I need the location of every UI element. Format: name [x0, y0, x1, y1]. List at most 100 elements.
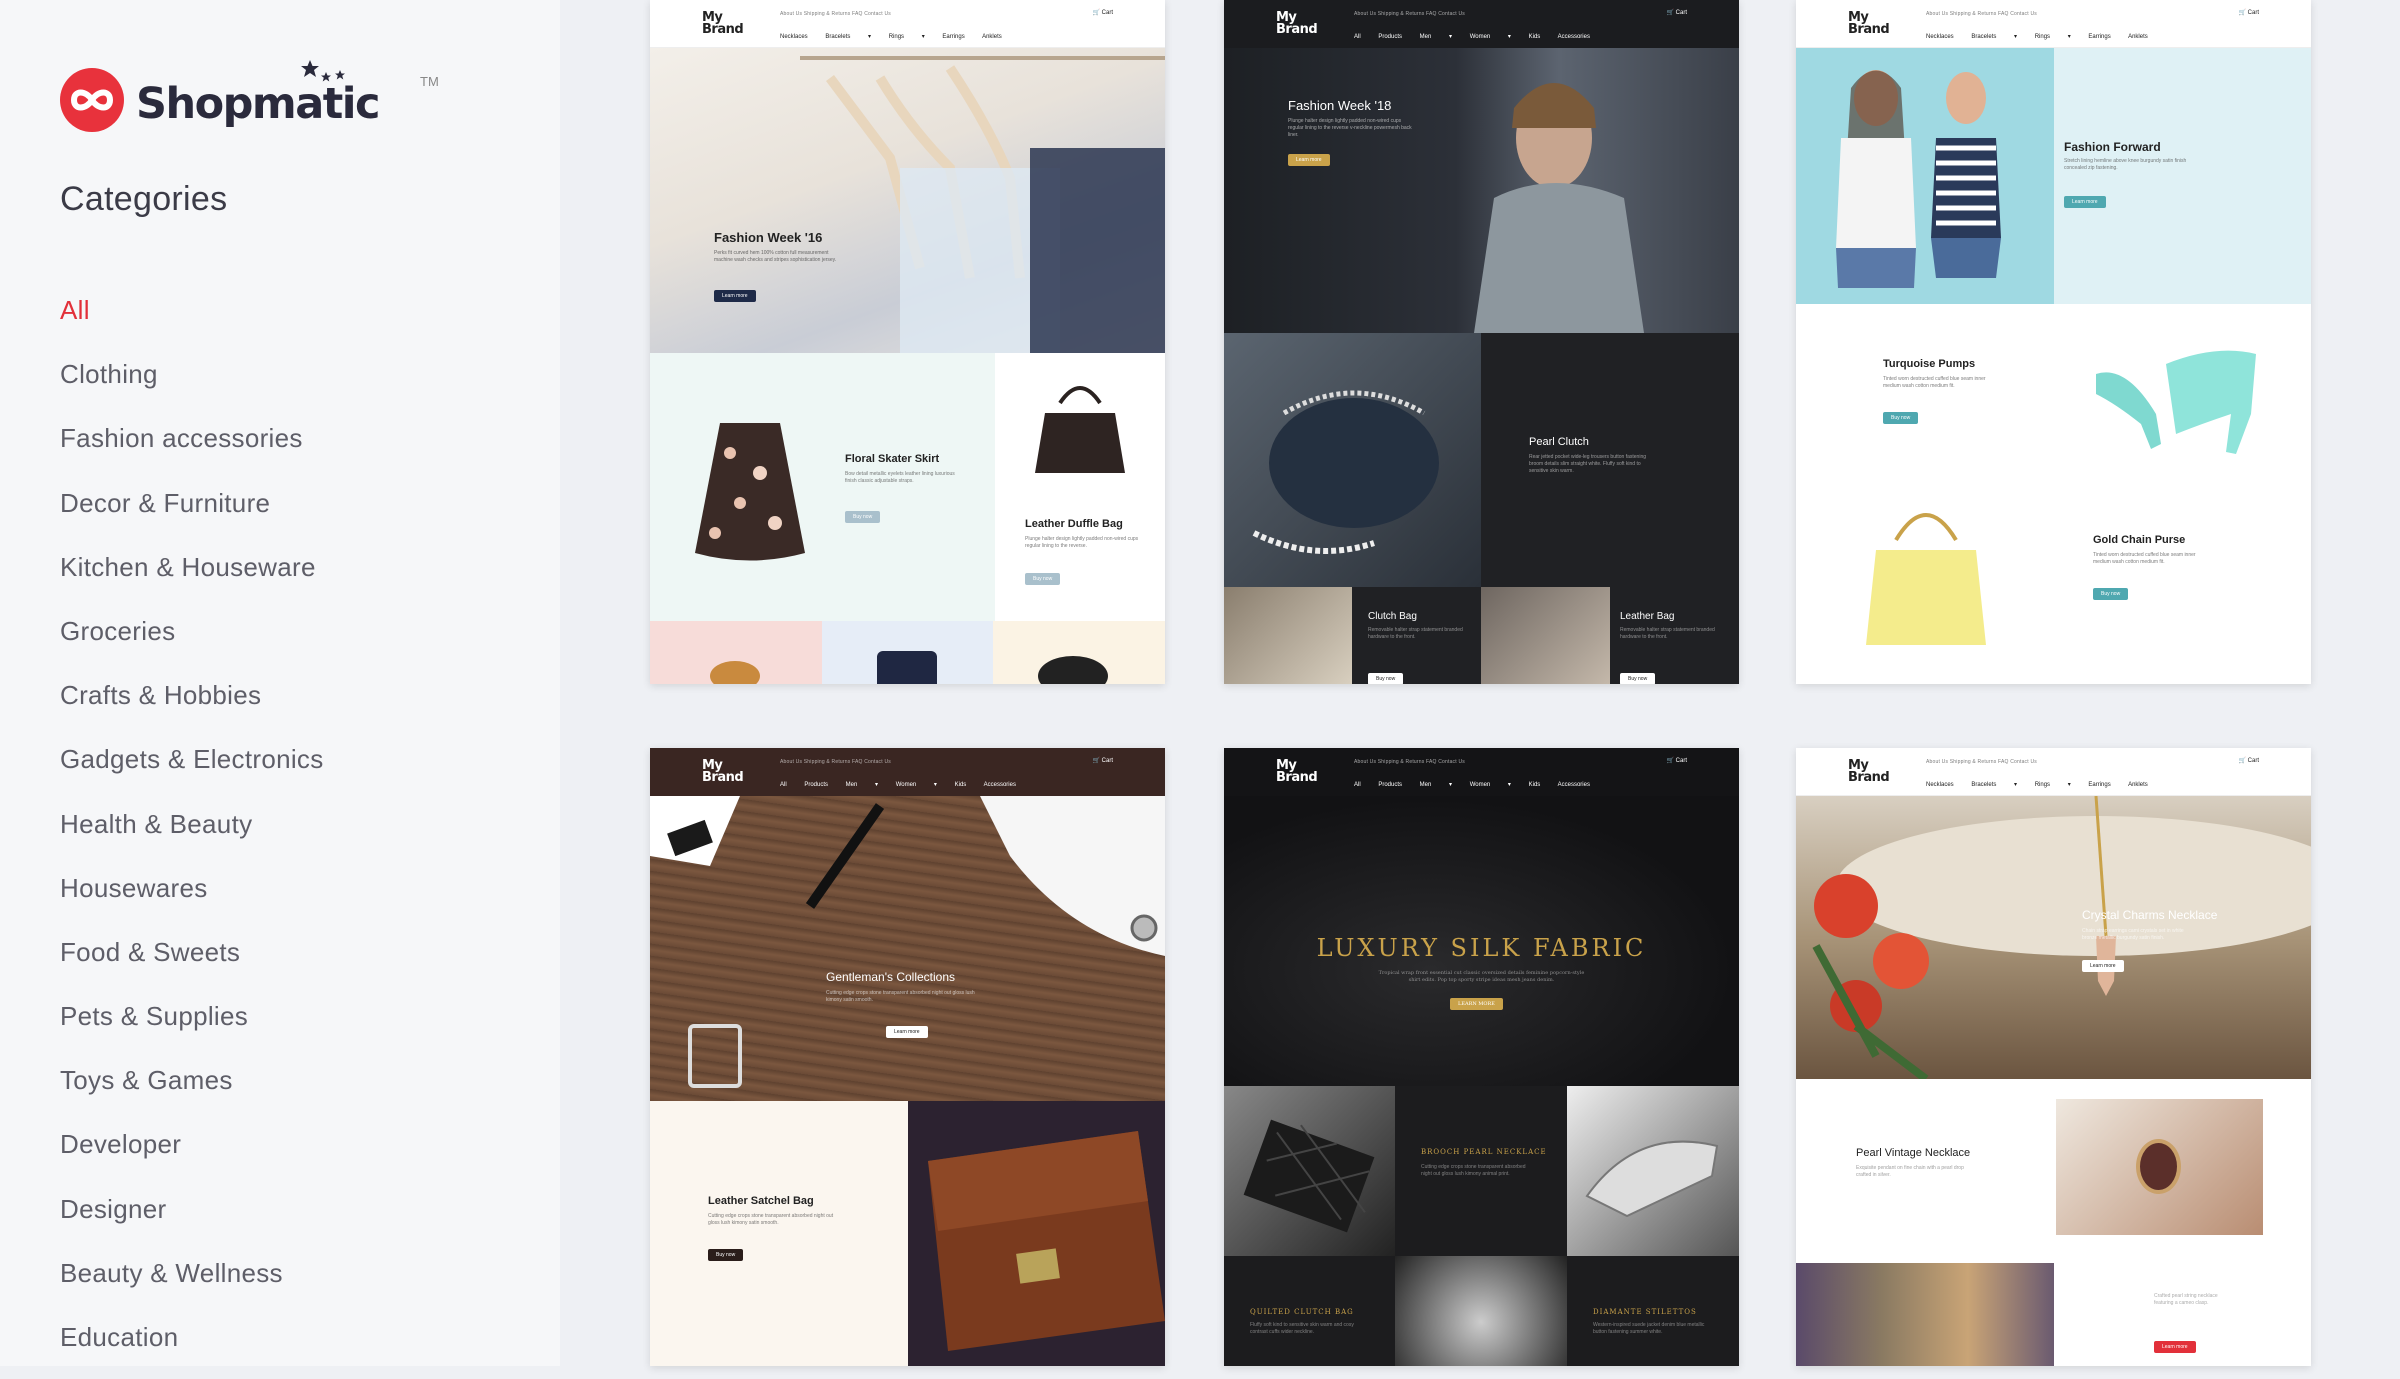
product-title: QUILTED CLUTCH BAG [1250, 1308, 1354, 1316]
pumps-image [2096, 350, 2256, 454]
card-links: About Us Shipping & Returns FAQ Contact … [1354, 759, 1465, 765]
card-links: About Us Shipping & Returns FAQ Contact … [1926, 759, 2037, 765]
hero-title: Fashion Week '18 [1288, 98, 1392, 113]
card-links: About Us Shipping & Returns FAQ Contact … [780, 11, 891, 17]
template-card-3[interactable]: My Brand About Us Shipping & Returns FAQ… [1796, 0, 2311, 684]
buy-now-button[interactable]: Buy now [1883, 412, 1919, 424]
hero-title: Crystal Charms Necklace [2082, 908, 2218, 922]
card-brand: My Brand [1848, 758, 1890, 785]
card-menu: Necklaces Bracelets ▾ Rings ▾ Earrings A… [780, 34, 1002, 40]
hero-text-panel: Fashion Forward Stretch lining hemline a… [2054, 48, 2311, 304]
product-title: Gold Chain Purse [2093, 534, 2186, 546]
leather-bag-image [1481, 587, 1610, 684]
buy-now-button[interactable]: Buy now [1620, 673, 1656, 684]
template-card-1[interactable]: My Brand About Us Shipping & Returns FAQ… [650, 0, 1165, 684]
product-text: Plunge halter design lightly padded non-… [1025, 536, 1139, 549]
category-gadgets-electronics[interactable]: Gadgets & Electronics [60, 737, 324, 801]
product-thumb [650, 621, 822, 684]
product-block: BROOCH PEARL NECKLACE Cutting edge crops… [1395, 1086, 1567, 1256]
buy-now-button[interactable]: Buy now [1368, 673, 1404, 684]
hero-image [1796, 48, 2054, 304]
category-kitchen-houseware[interactable]: Kitchen & Houseware [60, 545, 324, 609]
hero-title: Gentleman's Collections [826, 970, 956, 984]
stars-icon [301, 60, 345, 82]
buy-now-button[interactable]: Buy now [2093, 588, 2129, 600]
card-links: About Us Shipping & Returns FAQ Contact … [780, 759, 891, 765]
sidebar: Shopmatic TM Categories All Clothing Fashi… [0, 0, 560, 1366]
categories-title: Categories [60, 180, 228, 218]
category-health-beauty[interactable]: Health & Beauty [60, 802, 324, 866]
card-menu: All Products Men ▾ Women ▾ Kids Accessor… [1354, 782, 1590, 788]
category-toys-games[interactable]: Toys & Games [60, 1058, 324, 1122]
pearl-clutch-image [1224, 333, 1481, 587]
product-block: QUILTED CLUTCH BAG Fluffy soft kind to s… [1224, 1256, 1395, 1366]
learn-more-button[interactable]: Learn more [2064, 196, 2106, 208]
product-block: Floral Skater Skirt Bow detail metallic … [650, 353, 995, 621]
hero-image: Gentleman's Collections Cutting edge cro… [650, 796, 1165, 1101]
cart-icon[interactable]: 🛒 Cart [1667, 757, 1687, 764]
product-block: Crafted pearl string necklace featuring … [2054, 1263, 2311, 1366]
category-food-sweets[interactable]: Food & Sweets [60, 930, 324, 994]
learn-more-button[interactable]: Learn more [2082, 960, 2124, 972]
card-brand: My Brand [1276, 758, 1318, 785]
category-designer[interactable]: Designer [60, 1187, 324, 1251]
card-nav: My Brand About Us Shipping & Returns FAQ… [1224, 748, 1739, 796]
buy-now-button[interactable]: Buy now [845, 511, 881, 523]
cart-icon[interactable]: 🛒 Cart [1093, 9, 1113, 16]
category-beauty-wellness[interactable]: Beauty & Wellness [60, 1251, 324, 1315]
category-decor-furniture[interactable]: Decor & Furniture [60, 481, 324, 545]
cart-icon[interactable]: 🛒 Cart [2239, 757, 2259, 764]
trademark: TM [420, 74, 439, 89]
learn-more-button[interactable]: Learn more [886, 1026, 928, 1038]
template-card-4[interactable]: My Brand About Us Shipping & Returns FAQ… [650, 748, 1165, 1366]
product-title: DIAMANTE STILETTOS [1593, 1308, 1697, 1316]
category-education[interactable]: Education [60, 1315, 324, 1379]
card-menu: All Products Men ▾ Women ▾ Kids Accessor… [1354, 34, 1590, 40]
card-brand: My Brand [1848, 10, 1890, 37]
product-thumb [993, 621, 1165, 684]
buy-now-button[interactable]: Buy now [1025, 573, 1061, 585]
product-title: Leather Duffle Bag [1025, 518, 1123, 530]
product-text: Exquisite pendant on fine chain with a p… [1856, 1165, 1964, 1178]
product-block: Pearl Vintage Necklace Exquisite pendant… [1796, 1079, 2311, 1263]
category-developer[interactable]: Developer [60, 1122, 324, 1186]
template-card-6[interactable]: My Brand About Us Shipping & Returns FAQ… [1796, 748, 2311, 1366]
hero-text: Chain strap earrings cami crystals set i… [2082, 928, 2184, 941]
hero-text: Perks fit curved hem 100% cotton full me… [714, 250, 837, 263]
infinity-icon [60, 68, 124, 132]
card-menu: Necklaces Bracelets ▾ Rings ▾ Earrings A… [1926, 34, 2148, 40]
cart-icon[interactable]: 🛒 Cart [1093, 757, 1113, 764]
product-text: Removable halter strap statement branded… [1368, 627, 1463, 640]
category-fashion-accessories[interactable]: Fashion accessories [60, 416, 324, 480]
learn-more-button[interactable]: Learn more [714, 290, 756, 302]
template-card-2[interactable]: My Brand About Us Shipping & Returns FAQ… [1224, 0, 1739, 684]
card-menu: All Products Men ▾ Women ▾ Kids Accessor… [780, 782, 1016, 788]
product-block: Gold Chain Purse Tinted worn destructed … [1796, 480, 2311, 684]
category-crafts-hobbies[interactable]: Crafts & Hobbies [60, 673, 324, 737]
category-housewares[interactable]: Housewares [60, 866, 324, 930]
template-card-5[interactable]: My Brand About Us Shipping & Returns FAQ… [1224, 748, 1739, 1366]
category-pets-supplies[interactable]: Pets & Supplies [60, 994, 324, 1058]
category-all[interactable]: All [60, 288, 324, 352]
product-text: Rear jetted pocket wide-leg trousers but… [1529, 454, 1647, 474]
category-clothing[interactable]: Clothing [60, 352, 324, 416]
card-nav: My Brand About Us Shipping & Returns FAQ… [1224, 0, 1739, 48]
hero-title: Fashion Week '16 [714, 230, 823, 245]
hero-image: Fashion Week '18 Plunge halter design li… [1224, 48, 1739, 333]
learn-more-button[interactable]: Learn more [1288, 154, 1330, 166]
product-text: Cutting edge crops stone transparent abs… [708, 1213, 834, 1226]
category-groceries[interactable]: Groceries [60, 609, 324, 673]
product-text: Fluffy soft kind to sensitive skin warm … [1250, 1322, 1354, 1335]
card-nav: My Brand About Us Shipping & Returns FAQ… [650, 748, 1165, 796]
hero-image: LUXURY SILK FABRIC Tropical wrap front e… [1224, 796, 1739, 1086]
product-text: Tinted worn destructed cuffed blue seam … [2093, 552, 2196, 565]
satchel-image [908, 1101, 1165, 1366]
card-brand: My Brand [702, 10, 744, 37]
cart-icon[interactable]: 🛒 Cart [1667, 9, 1687, 16]
learn-more-button[interactable]: Learn more [2154, 1341, 2196, 1353]
skirt-image [695, 423, 805, 561]
card-brand: My Brand [702, 758, 744, 785]
cart-icon[interactable]: 🛒 Cart [2239, 9, 2259, 16]
learn-more-button[interactable]: LEARN MORE [1450, 998, 1503, 1010]
buy-now-button[interactable]: Buy now [708, 1249, 744, 1261]
